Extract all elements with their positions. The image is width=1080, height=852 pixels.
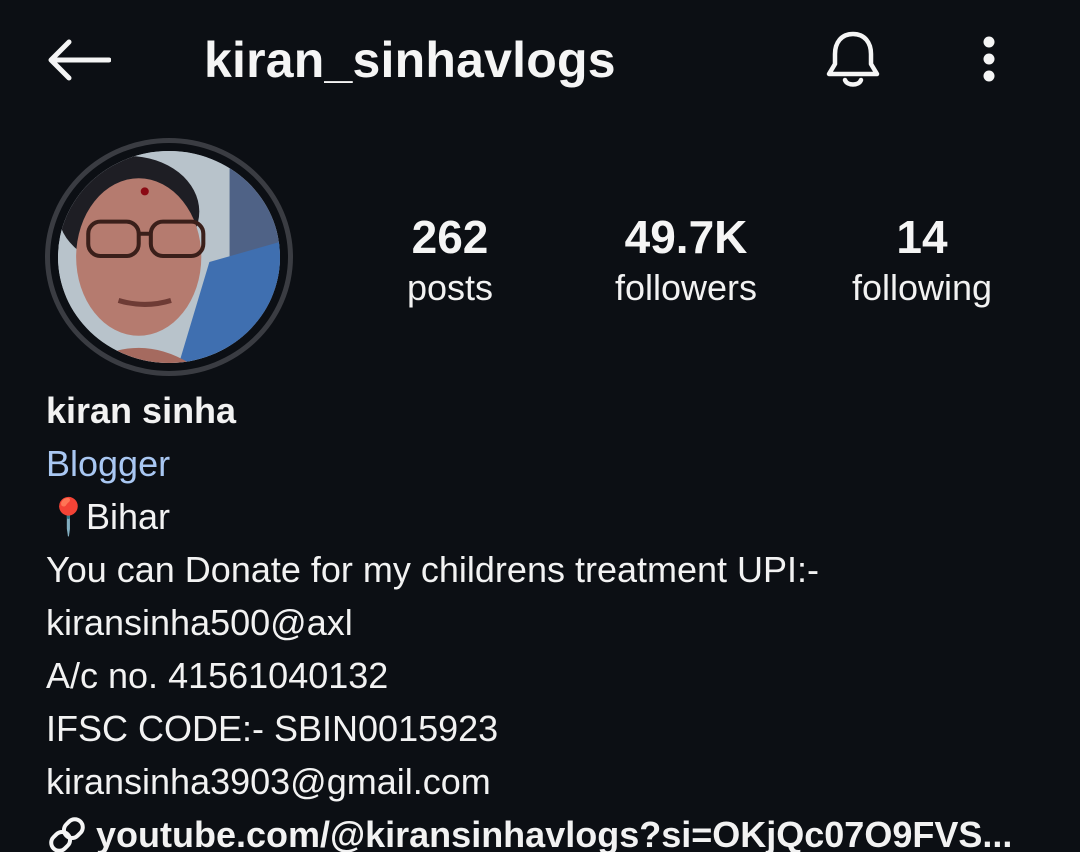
link-icon [46, 815, 96, 852]
bio-text-line: kiransinha500@axl [46, 602, 353, 643]
profile-screen: kiran_sinhavlogs 262 posts 49.7K followe… [0, 0, 1080, 852]
posts-label: posts [406, 267, 494, 308]
following-label: following [851, 267, 993, 308]
more-options-button[interactable] [962, 26, 1016, 96]
location-text: Bihar [86, 496, 171, 537]
location-line: 📍Bihar [46, 490, 1066, 543]
bio-text-line: IFSC CODE:- SBIN0015923 [46, 708, 499, 749]
top-bar: kiran_sinhavlogs [0, 0, 1080, 120]
link-text: youtube.com/@kiransinhavlogs?si=OKjQc07O… [96, 814, 1013, 852]
back-button[interactable] [40, 30, 116, 94]
bio-text-line: A/c no. 41561040132 [46, 655, 389, 696]
more-vertical-icon [982, 36, 996, 87]
followers-label: followers [614, 267, 758, 308]
posts-stat[interactable]: 262 posts [340, 208, 560, 310]
external-link[interactable]: youtube.com/@kiransinhavlogs?si=OKjQc07O… [46, 808, 1066, 852]
following-count: 14 [896, 211, 948, 263]
profile-photo [58, 151, 280, 363]
arrow-left-icon [45, 38, 112, 87]
followers-count: 49.7K [624, 211, 748, 263]
bio-text-line: You can Donate for my childrens treatmen… [46, 549, 820, 590]
location-pin-icon: 📍 [46, 496, 91, 537]
posts-count: 262 [411, 211, 489, 263]
followers-stat[interactable]: 49.7K followers [576, 208, 796, 310]
avatar[interactable] [45, 138, 293, 376]
display-name: kiran sinha [46, 390, 237, 431]
notifications-button[interactable] [816, 24, 890, 98]
bell-icon [823, 28, 883, 95]
bio-text-line: kiransinha3903@gmail.com [46, 761, 491, 802]
following-stat[interactable]: 14 following [812, 208, 1032, 310]
profile-username: kiran_sinhavlogs [204, 32, 616, 88]
category-label[interactable]: Blogger [46, 437, 1066, 490]
bio-section: kiran sinha Blogger 📍Bihar You can Donat… [46, 384, 1066, 852]
